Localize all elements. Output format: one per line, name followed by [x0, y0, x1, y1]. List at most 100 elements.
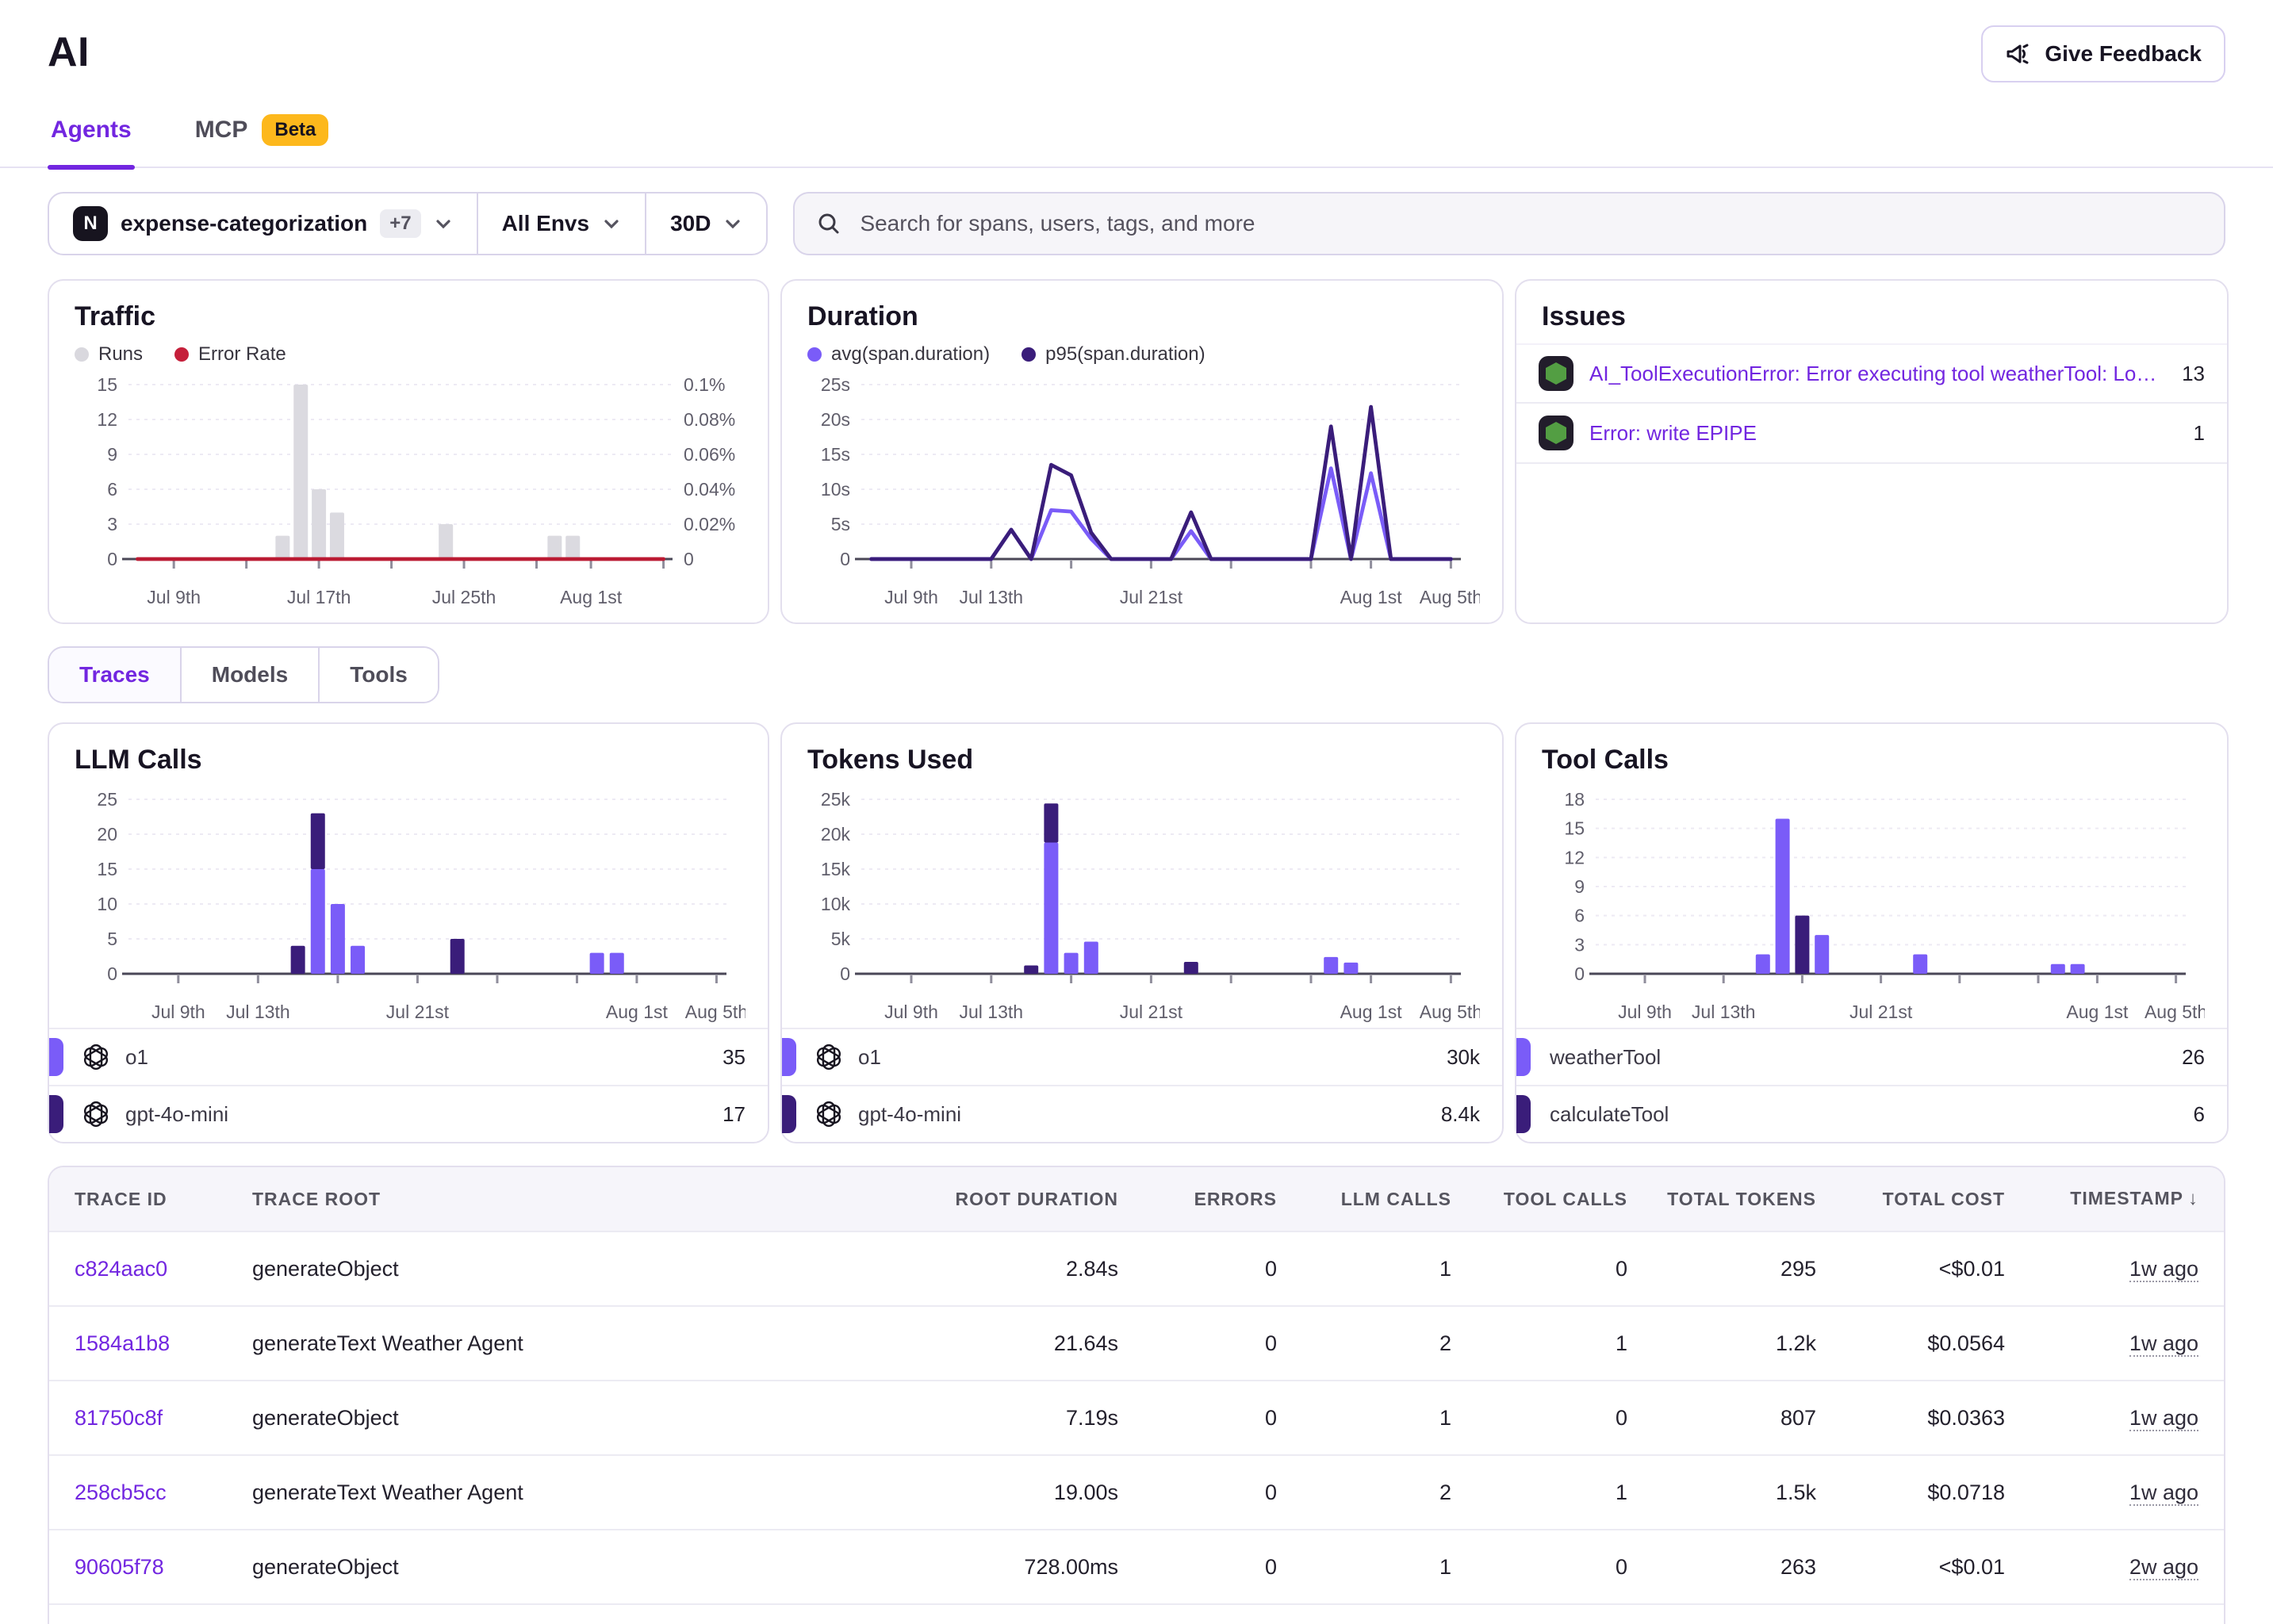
- filter-group: N expense-categorization +7 All Envs 30D: [48, 192, 768, 255]
- column-header[interactable]: TRACE ID: [75, 1189, 252, 1210]
- traffic-legend: Runs Error Rate: [75, 343, 742, 366]
- trace-id-link[interactable]: 258cb5cc: [75, 1480, 167, 1504]
- subtab-models[interactable]: Models: [180, 648, 318, 702]
- table-row: 1b9a433bgenerateText Weather Agent4.95s0…: [49, 1603, 2224, 1624]
- search-icon: [817, 212, 841, 236]
- total-tokens: 1.2k: [1627, 1331, 1816, 1356]
- tab-agents[interactable]: Agents: [48, 102, 135, 167]
- tool-calls-chart[interactable]: 0369121518Jul 9thJul 13thJul 21stAug 1st…: [1516, 787, 2227, 1028]
- trace-id-link[interactable]: 1584a1b8: [75, 1331, 170, 1355]
- metric-legend-row[interactable]: gpt-4o-mini8.4k: [782, 1085, 1502, 1142]
- metric-legend-row[interactable]: o135: [49, 1028, 768, 1085]
- traffic-card: Traffic Runs Error Rate 0369121500.02%0.…: [48, 279, 769, 624]
- chevron-down-icon: [434, 214, 453, 233]
- table-row: 81750c8fgenerateObject7.19s010807$0.0363…: [49, 1380, 2224, 1454]
- duration-chart[interactable]: 05s10s15s20s25sJul 9thJul 13thJul 21stAu…: [807, 372, 1477, 613]
- metric-legend-row[interactable]: weatherTool26: [1516, 1028, 2227, 1085]
- svg-text:12: 12: [97, 409, 117, 430]
- column-header[interactable]: ERRORS: [1118, 1189, 1277, 1210]
- svg-text:Jul 21st: Jul 21st: [1120, 1002, 1183, 1022]
- series-name: calculateTool: [1550, 1102, 1669, 1127]
- llm-calls-chart[interactable]: 0510152025Jul 9thJul 13thJul 21stAug 1st…: [49, 787, 768, 1028]
- root-duration: 728.00ms: [864, 1555, 1118, 1580]
- search-bar: [793, 192, 2225, 255]
- total-tokens: 807: [1627, 1406, 1816, 1431]
- series-total: 6: [2194, 1102, 2205, 1127]
- trace-id-link[interactable]: 81750c8f: [75, 1406, 163, 1430]
- trace-root: generateText Weather Agent: [252, 1331, 864, 1356]
- series-color-bar: [1516, 1038, 1531, 1076]
- column-header[interactable]: TOOL CALLS: [1451, 1189, 1627, 1210]
- megaphone-icon: [2005, 41, 2030, 67]
- svg-text:15: 15: [1564, 818, 1585, 839]
- main-tabs: Agents MCP Beta: [0, 102, 2273, 168]
- beta-badge: Beta: [262, 114, 328, 146]
- llm-calls-title: LLM Calls: [75, 745, 742, 776]
- overview-cards: Traffic Runs Error Rate 0369121500.02%0.…: [0, 255, 2273, 624]
- series-total: 26: [2182, 1045, 2205, 1070]
- column-header[interactable]: ROOT DURATION: [864, 1189, 1118, 1210]
- column-header[interactable]: TIMESTAMP↓: [2005, 1188, 2198, 1210]
- project-selector[interactable]: N expense-categorization +7: [49, 193, 477, 254]
- date-range-selector[interactable]: 30D: [645, 193, 766, 254]
- timestamp-link[interactable]: 1w ago: [2129, 1331, 2198, 1357]
- column-header[interactable]: LLM CALLS: [1277, 1189, 1451, 1210]
- metric-legend-row[interactable]: gpt-4o-mini17: [49, 1085, 768, 1142]
- svg-text:15k: 15k: [821, 859, 851, 879]
- series-color-bar: [1516, 1095, 1531, 1133]
- svg-text:Jul 25th: Jul 25th: [432, 587, 496, 607]
- svg-text:Jul 21st: Jul 21st: [1120, 587, 1183, 607]
- issue-link[interactable]: Error: write EPIPE: [1589, 421, 2178, 446]
- give-feedback-button[interactable]: Give Feedback: [1981, 25, 2225, 82]
- search-input[interactable]: [857, 209, 2202, 238]
- svg-text:5k: 5k: [831, 929, 851, 949]
- svg-text:Jul 9th: Jul 9th: [147, 587, 201, 607]
- subtab-tools[interactable]: Tools: [318, 648, 438, 702]
- env-selector[interactable]: All Envs: [477, 193, 645, 254]
- svg-text:15: 15: [97, 859, 117, 879]
- errors-count: 0: [1118, 1331, 1277, 1356]
- trace-id-link[interactable]: 90605f78: [75, 1555, 164, 1579]
- svg-text:0.08%: 0.08%: [684, 409, 735, 430]
- series-color-bar: [49, 1038, 63, 1076]
- tool-calls-count: 1: [1451, 1480, 1627, 1505]
- openai-icon: [815, 1044, 842, 1071]
- timestamp-link[interactable]: 2w ago: [2129, 1555, 2198, 1580]
- trace-id-link[interactable]: c824aac0: [75, 1257, 167, 1281]
- svg-text:0: 0: [684, 549, 694, 569]
- svg-text:20k: 20k: [821, 824, 851, 845]
- svg-text:Aug 5th: Aug 5th: [685, 1002, 746, 1022]
- timestamp-link[interactable]: 1w ago: [2129, 1257, 2198, 1282]
- column-header[interactable]: TOTAL COST: [1816, 1189, 2005, 1210]
- tab-mcp[interactable]: MCP Beta: [192, 102, 332, 167]
- svg-text:10s: 10s: [821, 479, 850, 500]
- root-duration: 2.84s: [864, 1257, 1118, 1281]
- subtab-traces[interactable]: Traces: [49, 648, 180, 702]
- tool-calls-legend: weatherTool26 calculateTool 6: [1516, 1028, 2227, 1142]
- series-name: o1: [82, 1044, 148, 1071]
- svg-text:9: 9: [107, 444, 117, 465]
- table-row: 258cb5ccgenerateText Weather Agent19.00s…: [49, 1454, 2224, 1529]
- svg-text:0.06%: 0.06%: [684, 444, 735, 465]
- errors-count: 0: [1118, 1555, 1277, 1580]
- traffic-chart[interactable]: 0369121500.02%0.04%0.06%0.08%0.1%Jul 9th…: [75, 372, 742, 613]
- series-name: o1: [815, 1044, 881, 1071]
- tokens-used-legend: o130kgpt-4o-mini8.4k: [782, 1028, 1502, 1142]
- metric-legend-row[interactable]: o130k: [782, 1028, 1502, 1085]
- timestamp-link[interactable]: 1w ago: [2129, 1480, 2198, 1506]
- column-header[interactable]: TRACE ROOT: [252, 1189, 864, 1210]
- llm-calls-count: 1: [1277, 1555, 1451, 1580]
- tokens-used-chart[interactable]: 05k10k15k20k25kJul 9thJul 13thJul 21stAu…: [782, 787, 1502, 1028]
- issue-link[interactable]: AI_ToolExecutionError: Error executing t…: [1589, 362, 2166, 386]
- trace-root: generateObject: [252, 1406, 864, 1431]
- timestamp-link[interactable]: 1w ago: [2129, 1406, 2198, 1431]
- svg-text:Jul 9th: Jul 9th: [884, 587, 938, 607]
- nodejs-icon: [1539, 416, 1573, 450]
- svg-text:12: 12: [1564, 847, 1585, 868]
- column-header[interactable]: TOTAL TOKENS: [1627, 1189, 1816, 1210]
- errors-count: 0: [1118, 1257, 1277, 1281]
- svg-text:Jul 17th: Jul 17th: [287, 587, 351, 607]
- total-cost: $0.0718: [1816, 1480, 2005, 1505]
- traces-table: TRACE IDTRACE ROOTROOT DURATIONERRORSLLM…: [48, 1166, 2225, 1624]
- metric-legend-row[interactable]: calculateTool 6: [1516, 1085, 2227, 1142]
